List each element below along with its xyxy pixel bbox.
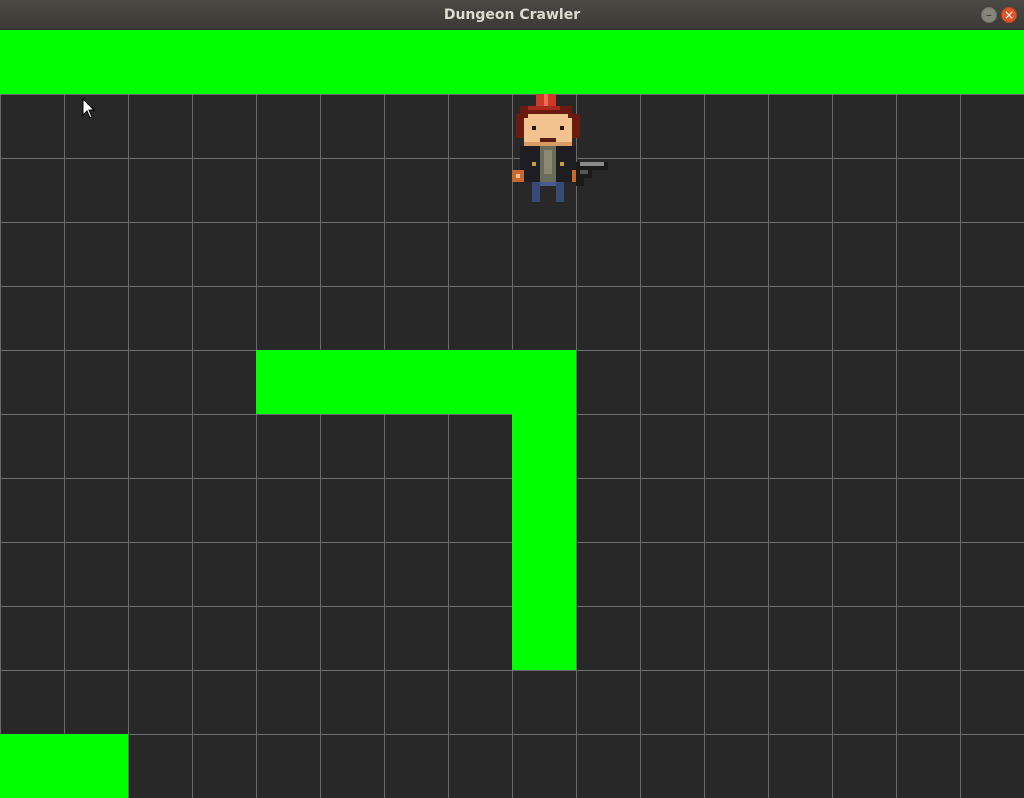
close-icon[interactable]: × xyxy=(1001,7,1017,23)
horizontal-wall xyxy=(256,350,576,414)
minimize-icon[interactable]: – xyxy=(981,7,997,23)
minimize-glyph: – xyxy=(986,8,992,22)
game-canvas[interactable] xyxy=(0,30,1024,798)
player-character xyxy=(512,94,608,202)
window-titlebar[interactable]: Dungeon Crawler – × xyxy=(0,0,1024,30)
top-wall xyxy=(0,30,1024,94)
vertical-wall xyxy=(512,414,576,670)
close-glyph: × xyxy=(1003,8,1015,22)
window-title: Dungeon Crawler xyxy=(443,7,581,23)
corner-wall xyxy=(0,734,128,798)
mouse-cursor-icon xyxy=(82,98,96,119)
